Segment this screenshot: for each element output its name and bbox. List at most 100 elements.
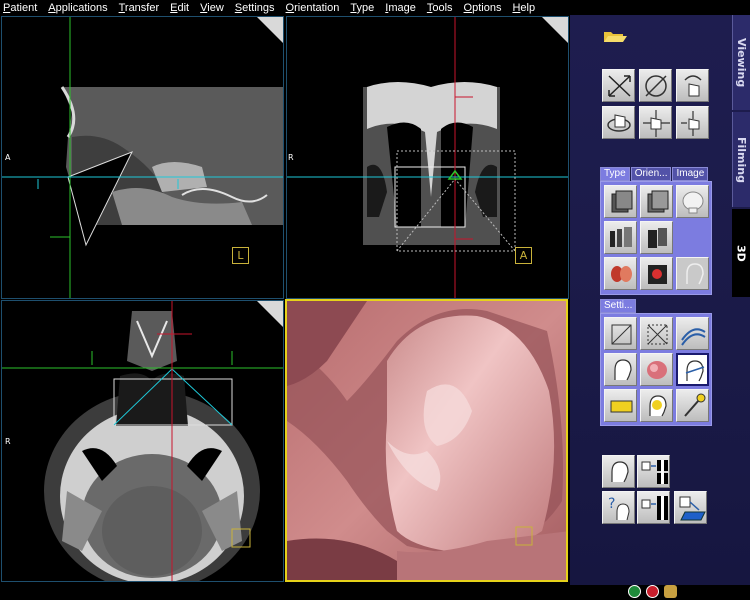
- color-render-type-button[interactable]: [604, 257, 637, 290]
- head-profile-icon: [611, 461, 629, 483]
- rotate-arrows-icon: [608, 75, 631, 97]
- rotate-tool-button[interactable]: [602, 69, 635, 102]
- skull-icon: [682, 191, 704, 214]
- curve-setting-button[interactable]: [676, 317, 709, 350]
- tab-orientation[interactable]: Orien...: [630, 167, 672, 181]
- clip-box-icon: [611, 324, 632, 345]
- coronal-viewport[interactable]: R A: [286, 16, 569, 299]
- curve-lines-icon: [681, 328, 706, 346]
- skull-type-button[interactable]: [676, 185, 709, 218]
- orientation-label-left: R: [288, 153, 294, 162]
- layout-split-button[interactable]: [637, 491, 670, 524]
- probe-setting-button[interactable]: [676, 389, 709, 422]
- head-profile-setting-button[interactable]: [604, 353, 637, 386]
- head-slice-icon: [685, 360, 705, 382]
- menu-transfer[interactable]: Transfer: [119, 2, 160, 14]
- type-tab-row: Type Orien... Image: [600, 167, 709, 181]
- green-circle-icon[interactable]: [628, 585, 641, 598]
- slab-stack-icon: [610, 227, 632, 247]
- figure-icon[interactable]: [664, 585, 677, 598]
- head-slice-setting-button[interactable]: [676, 353, 709, 386]
- cut-plane-icon: [645, 75, 667, 97]
- clip-box-setting-button[interactable]: [604, 317, 637, 350]
- tab-viewing-label: Viewing: [735, 37, 748, 88]
- menu-settings[interactable]: Settings: [235, 2, 275, 14]
- split-layout-icon: [641, 496, 668, 520]
- help-view-button[interactable]: ?: [602, 491, 635, 524]
- mip-type-button[interactable]: [604, 185, 637, 218]
- orientation-label-left: R: [5, 437, 11, 446]
- grid-layout-icon: [641, 460, 668, 484]
- settings-tab-row: Setti...: [600, 299, 637, 313]
- organs-icon: [647, 361, 667, 379]
- surface-render-type-button[interactable]: [640, 257, 673, 290]
- tab-3d[interactable]: 3D: [732, 209, 750, 297]
- hand-rotate-icon: [684, 75, 702, 97]
- sagittal-viewport[interactable]: A L: [1, 16, 284, 299]
- head-highlight-setting-button[interactable]: [640, 389, 673, 422]
- question-head-icon: ?: [608, 496, 630, 521]
- red-circle-icon[interactable]: [646, 585, 659, 598]
- slab-pair-icon: [648, 228, 667, 248]
- head-profile-icon: [614, 359, 632, 381]
- menu-orientation[interactable]: Orientation: [286, 2, 340, 14]
- dual-slab-type-button[interactable]: [640, 221, 673, 254]
- head-highlight-icon: [649, 395, 667, 417]
- 3d-rendering-viewport[interactable]: [285, 299, 568, 582]
- export-folder-icon: [679, 496, 706, 521]
- hand-zoom-icon: [681, 111, 700, 136]
- spin-tool-button[interactable]: [602, 106, 635, 139]
- svg-text:?: ?: [608, 496, 615, 512]
- slabs-type-button[interactable]: [604, 221, 637, 254]
- menu-bar: Patient Applications Transfer Edit View …: [0, 0, 750, 15]
- probe-icon: [684, 393, 706, 417]
- 3d-rendering-image: [287, 301, 566, 580]
- organs-icon: [611, 266, 632, 282]
- crop-box-setting-button[interactable]: [640, 317, 673, 350]
- menu-tools[interactable]: Tools: [427, 2, 453, 14]
- head-outline-type-button[interactable]: [676, 257, 709, 290]
- pan-tool-button[interactable]: [639, 106, 672, 139]
- volume-slab-icon: [647, 190, 669, 213]
- axial-image: [2, 301, 283, 581]
- label-setting-button[interactable]: [604, 389, 637, 422]
- menu-options[interactable]: Options: [464, 2, 502, 14]
- head-outline-icon: [686, 263, 704, 285]
- tab-image[interactable]: Image: [672, 167, 709, 181]
- hand-pan-icon: [643, 110, 670, 137]
- label-tag-icon: [610, 400, 633, 413]
- orientation-label-left: A: [5, 153, 11, 162]
- export-view-button[interactable]: [674, 491, 707, 524]
- tab-viewing[interactable]: Viewing: [732, 15, 750, 110]
- tab-filming-label: Filming: [735, 136, 748, 183]
- menu-applications[interactable]: Applications: [48, 2, 107, 14]
- tab-settings[interactable]: Setti...: [600, 299, 637, 313]
- layout-grid-button[interactable]: [637, 455, 670, 488]
- menu-patient[interactable]: Patient: [3, 2, 37, 14]
- tab-filming[interactable]: Filming: [732, 112, 750, 207]
- viewport-corner-fold-icon[interactable]: [542, 17, 568, 43]
- hand-spin-icon: [607, 114, 631, 132]
- viewport-corner-fold-icon[interactable]: [257, 17, 283, 43]
- menu-type[interactable]: Type: [350, 2, 374, 14]
- volume-slab-icon: [611, 190, 633, 213]
- view-orientation-box[interactable]: A: [515, 247, 532, 264]
- menu-image[interactable]: Image: [385, 2, 416, 14]
- head-view-button[interactable]: [602, 455, 635, 488]
- menu-view[interactable]: View: [200, 2, 224, 14]
- axial-viewport[interactable]: R: [1, 300, 284, 582]
- roll-tool-button[interactable]: [676, 69, 709, 102]
- folder-open-icon[interactable]: [603, 28, 627, 44]
- view-orientation-box[interactable]: L: [232, 247, 249, 264]
- tab-3d-label: 3D: [734, 244, 748, 262]
- menu-edit[interactable]: Edit: [170, 2, 189, 14]
- menu-help[interactable]: Help: [512, 2, 535, 14]
- minip-type-button[interactable]: [640, 185, 673, 218]
- zoom-tool-button[interactable]: [676, 106, 709, 139]
- crop-box-icon: [647, 324, 668, 345]
- organ-render-setting-button[interactable]: [640, 353, 673, 386]
- cut-plane-tool-button[interactable]: [639, 69, 672, 102]
- tab-type[interactable]: Type: [600, 167, 630, 181]
- tool-panel: Type Orien... Image Setti... ? Viewing F…: [570, 15, 750, 585]
- viewport-corner-fold-icon[interactable]: [257, 301, 283, 327]
